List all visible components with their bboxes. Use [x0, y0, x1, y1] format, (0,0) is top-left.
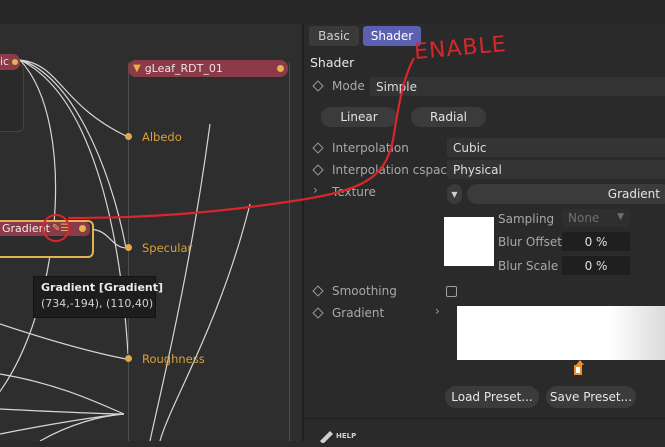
keyframe-diamond-icon[interactable]	[312, 80, 324, 92]
mode-label: Mode	[332, 79, 365, 93]
blur-scale-label: Blur Scale	[498, 259, 559, 273]
albedo-port[interactable]	[125, 133, 132, 140]
tooltip-subtitle: (734,-194), (110,40)	[41, 297, 154, 310]
sampling-value: None	[568, 211, 600, 225]
tab-shader[interactable]: Shader	[363, 26, 421, 46]
save-preset-button[interactable]: Save Preset...	[546, 386, 636, 408]
albedo-port-label: Albedo	[142, 130, 182, 144]
gradient-stop-knot[interactable]	[574, 365, 582, 375]
top-bar	[0, 0, 665, 24]
help-label: HELP	[336, 432, 357, 440]
load-preset-button[interactable]: Load Preset...	[445, 386, 539, 408]
upstream-node-label: ic	[0, 55, 10, 68]
sampling-select[interactable]: None ▼	[562, 209, 630, 227]
roughness-port[interactable]	[125, 355, 132, 362]
blur-offset-field[interactable]: 0 %	[562, 232, 630, 251]
specular-port-label: Specular	[142, 241, 193, 255]
attribute-panel: Basic Shader Shader Mode Simple Linear R…	[304, 24, 665, 444]
gradient-output-port[interactable]	[79, 225, 86, 232]
radial-button[interactable]: Radial	[411, 107, 486, 127]
interpolation-cspace-label: Interpolation cspace	[332, 163, 455, 177]
interpolation-select[interactable]: Cubic	[447, 138, 665, 157]
specular-port[interactable]	[125, 244, 132, 251]
gradient-node-label: Gradient	[2, 222, 50, 235]
tab-basic[interactable]: Basic	[309, 26, 359, 46]
leaf-node-title: gLeaf_RDT_01	[144, 62, 223, 75]
texture-dropdown-button[interactable]: ▼	[447, 184, 462, 204]
node-tooltip: Gradient [Gradient] (734,-194), (110,40)	[33, 276, 164, 318]
interpolation-label: Interpolation	[332, 141, 409, 155]
chevron-right-icon[interactable]: ›	[435, 304, 440, 318]
chevron-down-icon: ▼	[617, 212, 624, 222]
keyframe-diamond-icon[interactable]	[312, 285, 324, 297]
node-options-icon[interactable]: ✎☰	[52, 223, 69, 234]
texture-preview-swatch[interactable]	[444, 217, 494, 266]
panel-divider	[304, 418, 665, 419]
chevron-down-icon: ▼	[451, 189, 458, 199]
tooltip-title: Gradient [Gradient]	[41, 281, 164, 294]
texture-shader-field[interactable]: Gradient	[467, 184, 665, 204]
keyframe-diamond-icon[interactable]	[312, 142, 324, 154]
gradient-label: Gradient	[332, 306, 385, 320]
gradient-ramp[interactable]	[457, 306, 665, 360]
leaf-node-output-port[interactable]	[277, 65, 284, 72]
chevron-right-icon[interactable]: ›	[313, 183, 318, 197]
node-graph[interactable]: ic ▼ gLeaf_RDT_01 Albedo Specular Roughn…	[0, 24, 302, 441]
upstream-output-port[interactable]	[12, 59, 18, 65]
linear-button[interactable]: Linear	[321, 107, 397, 127]
sampling-label: Sampling	[498, 212, 555, 226]
keyframe-diamond-icon[interactable]	[312, 307, 324, 319]
collapse-triangle-icon[interactable]: ▼	[133, 63, 141, 74]
blur-scale-field[interactable]: 0 %	[562, 256, 630, 275]
texture-label: Texture	[332, 185, 376, 199]
leaf-node-header[interactable]: ▼ gLeaf_RDT_01	[128, 60, 288, 77]
interpolation-cspace-select[interactable]: Physical	[447, 160, 665, 179]
section-title: Shader	[310, 55, 355, 70]
upstream-node[interactable]	[0, 64, 24, 132]
smoothing-checkbox[interactable]	[446, 286, 457, 297]
mode-select[interactable]: Simple	[370, 77, 665, 96]
smoothing-label: Smoothing	[332, 284, 397, 298]
blur-offset-label: Blur Offset	[498, 235, 562, 249]
help-section[interactable]: HELP	[318, 428, 356, 447]
keyframe-diamond-icon[interactable]	[312, 164, 324, 176]
roughness-port-label: Roughness	[142, 352, 205, 366]
